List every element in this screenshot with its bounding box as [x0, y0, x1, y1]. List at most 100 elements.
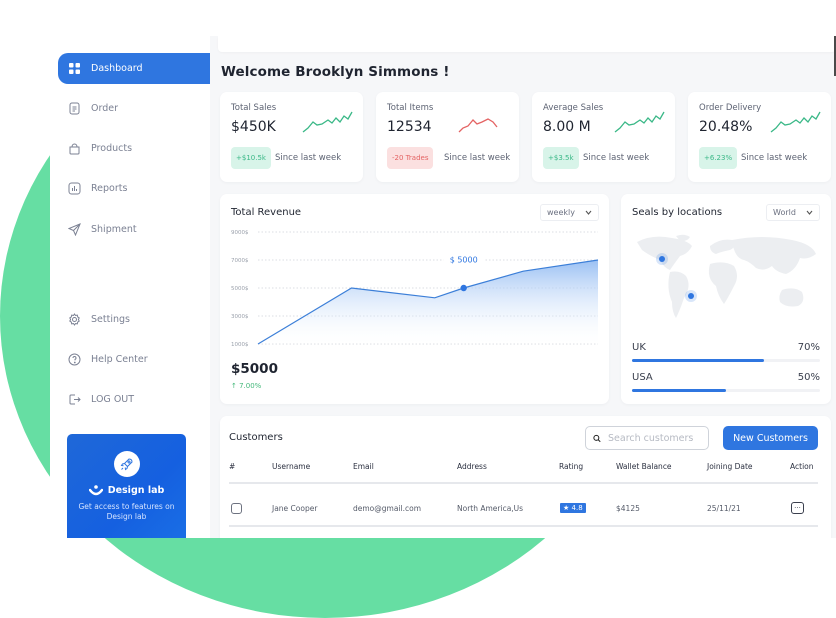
locations-title: Seals by locations — [632, 207, 723, 218]
sidebar-item-dashboard[interactable]: Dashboard — [58, 53, 210, 84]
column-header: Action — [790, 462, 814, 471]
design-lab-promo: Design lab Get access to features on Des… — [67, 434, 186, 538]
column-header[interactable]: Rating — [559, 462, 583, 471]
customers-card: Customers New Customers # Username Email… — [220, 416, 831, 538]
arrow-up-icon: ↑ — [231, 382, 240, 390]
cell-username: Jane Cooper — [272, 504, 318, 513]
y-tick-label: 5000$ — [231, 286, 249, 292]
stat-label: Total Items — [387, 103, 434, 113]
customers-title: Customers — [229, 432, 283, 443]
cell-email: demo@gmail.com — [353, 504, 422, 513]
period-select[interactable]: weekly — [540, 204, 599, 221]
scope-select-value: World — [773, 208, 796, 217]
revenue-area — [258, 260, 598, 344]
chevron-down-icon — [806, 210, 813, 215]
stat-badge: +$3.5k — [543, 147, 579, 169]
sidebar-item-label: Settings — [91, 314, 130, 325]
stat-label: Total Sales — [231, 103, 277, 113]
search-icon — [593, 434, 601, 442]
revenue-title: Total Revenue — [231, 207, 302, 218]
sidebar-item-label: Order — [91, 103, 118, 114]
divider — [229, 482, 818, 484]
stat-label: Order Delivery — [699, 103, 762, 113]
column-header: # — [229, 462, 236, 471]
sparkline — [458, 118, 498, 133]
search-customers[interactable] — [585, 426, 709, 450]
cell-address: North America,Us — [457, 504, 524, 513]
stat-since: Since last week — [444, 153, 511, 163]
stat-card-total-sales: Total Sales $450K +$10.5k Since last wee… — [220, 92, 363, 182]
sidebar-item-label: Dashboard — [91, 63, 143, 74]
design-lab-description: Get access to features on Design lab — [78, 502, 175, 521]
period-select-value: weekly — [547, 208, 575, 217]
background-mask — [0, 0, 836, 36]
sidebar-item-label: Help Center — [91, 354, 148, 365]
sidebar-item-products[interactable]: Products — [58, 133, 210, 164]
welcome-title: Welcome Brooklyn Simmons ! — [221, 64, 450, 80]
total-revenue-card: Total Revenue weekly 9000$ 7000$ 5000$ 3000… — [220, 194, 609, 404]
stat-value: 20.48% — [699, 119, 753, 135]
chevron-down-icon — [585, 210, 592, 215]
column-header[interactable]: Address — [457, 462, 487, 471]
stat-label: Average Sales — [543, 103, 604, 113]
location-label: UK — [632, 342, 646, 353]
rating-badge: ★ 4.8 — [560, 503, 586, 513]
help-icon — [68, 353, 81, 366]
world-map — [637, 234, 816, 318]
stat-badge: +6.23% — [699, 147, 738, 169]
grid-icon — [69, 63, 80, 74]
stat-value: $450K — [231, 119, 276, 135]
stat-value: 12534 — [387, 119, 432, 135]
sidebar-item-label: Products — [91, 143, 133, 154]
sidebar-item-label: LOG OUT — [91, 394, 135, 405]
revenue-chart: 9000$ 7000$ 5000$ 3000$ 1000$ $ 5000 — [231, 230, 599, 348]
stat-since: Since last week — [741, 153, 808, 163]
stat-card-average-sales: Average Sales 8.00 M +$3.5k Since last w… — [532, 92, 675, 182]
column-header[interactable]: Wallet Balance — [616, 462, 672, 471]
column-header[interactable]: Email — [353, 462, 374, 471]
stat-card-order-delivery: Order Delivery 20.48% +6.23% Since last … — [688, 92, 831, 182]
sidebar-item-reports[interactable]: Reports — [58, 173, 210, 204]
sidebar-item-label: Shipment — [91, 224, 137, 235]
sales-by-location-card: Seals by locations World UK 70% USA 50% — [621, 194, 831, 404]
sidebar-item-settings[interactable]: Settings — [58, 304, 210, 335]
top-bar — [218, 36, 836, 52]
stat-value: 8.00 M — [543, 119, 591, 135]
new-customers-button[interactable]: New Customers — [723, 426, 818, 450]
tooltip-label: $ 5000 — [450, 256, 478, 265]
location-progress — [632, 389, 820, 392]
location-percent: 70% — [797, 342, 820, 353]
bar-chart-icon — [68, 182, 81, 195]
document-icon — [69, 102, 80, 115]
search-input[interactable] — [608, 432, 708, 444]
stat-badge: +$10.5k — [231, 147, 271, 169]
star-icon: ★ — [563, 504, 570, 512]
shopping-bag-icon — [69, 143, 80, 155]
revenue-change: ↑ 7.00% — [231, 382, 262, 390]
location-progress — [632, 359, 820, 362]
y-tick-label: 1000$ — [231, 342, 249, 348]
more-actions-icon[interactable]: ··· — [791, 502, 804, 514]
stat-since: Since last week — [275, 153, 342, 163]
revenue-amount: $5000 — [231, 361, 278, 377]
highlight-point — [460, 284, 467, 292]
y-tick-label: 9000$ — [231, 230, 249, 236]
stat-badge: -20 Trades — [387, 147, 434, 169]
row-checkbox[interactable] — [231, 503, 242, 514]
sparkline — [614, 111, 665, 133]
sidebar: Dashboard Order Products Reports Shipmen… — [50, 36, 210, 538]
sidebar-item-shipment[interactable]: Shipment — [58, 214, 210, 245]
sidebar-item-order[interactable]: Order — [58, 93, 210, 124]
divider — [229, 525, 818, 527]
column-header[interactable]: Username — [272, 462, 310, 471]
sidebar-item-help-center[interactable]: Help Center — [58, 344, 210, 375]
send-icon — [68, 223, 81, 236]
sidebar-item-logout[interactable]: LOG OUT — [58, 384, 210, 415]
scope-select[interactable]: World — [766, 204, 820, 221]
y-tick-label: 3000$ — [231, 314, 249, 320]
logout-icon — [69, 394, 81, 405]
gear-icon — [69, 313, 80, 326]
column-header[interactable]: Joining Date — [707, 462, 753, 471]
y-tick-label: 7000$ — [231, 258, 249, 264]
design-lab-brand: Design lab — [67, 485, 186, 496]
